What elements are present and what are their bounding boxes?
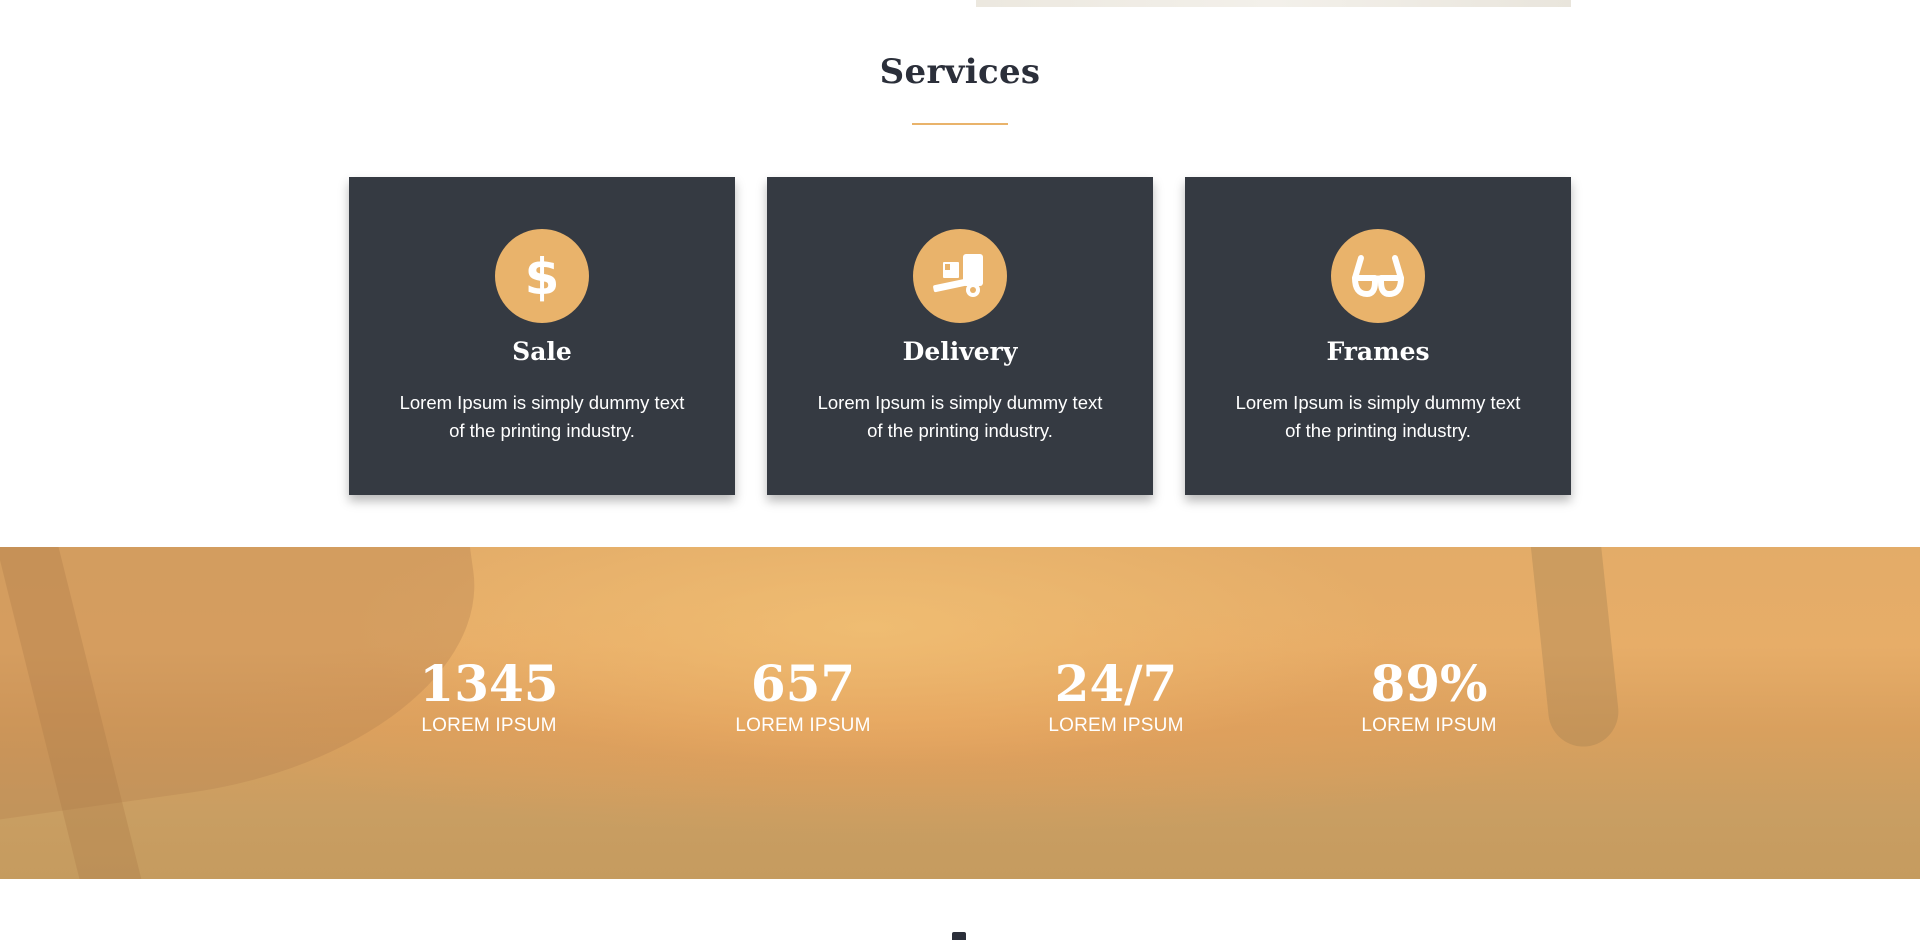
stat-number: 89% [1370,654,1488,713]
stat-item: 1345 LOREM IPSUM [369,655,609,737]
dollar-icon: $ [495,229,589,323]
title-underline [912,123,1008,125]
service-card-sale: $ Sale Lorem Ipsum is simply dummy text … [349,177,735,495]
stat-item: 89% LOREM IPSUM [1309,655,1549,737]
stat-label: LOREM IPSUM [1048,715,1184,736]
service-title: Sale [512,337,572,366]
background-decoration [0,547,146,879]
stat-item: 24/7 LOREM IPSUM [996,655,1236,737]
stat-number: 1345 [419,654,559,713]
next-section-title-fragment [952,932,966,940]
service-description: Lorem Ipsum is simply dummy text of the … [817,392,1103,441]
service-description: Lorem Ipsum is simply dummy text of the … [1235,392,1521,441]
stat-label: LOREM IPSUM [1361,715,1497,736]
stat-item: 657 LOREM IPSUM [683,655,923,737]
stat-label: LOREM IPSUM [421,715,557,736]
glasses-icon [1331,229,1425,323]
service-description: Lorem Ipsum is simply dummy text of the … [399,392,685,441]
service-card-frames: Frames Lorem Ipsum is simply dummy text … [1185,177,1571,495]
top-image-edge [976,0,1571,7]
service-card-delivery: Delivery Lorem Ipsum is simply dummy tex… [767,177,1153,495]
page: Services $ Sale Lorem Ipsum is simply du… [0,0,1920,940]
stats-band: 1345 LOREM IPSUM 657 LOREM IPSUM 24/7 LO… [0,547,1920,879]
svg-text:$: $ [525,250,560,302]
service-title: Delivery [902,337,1018,366]
delivery-truck-icon [913,229,1007,323]
services-title: Services [879,52,1041,92]
stat-label: LOREM IPSUM [735,715,871,736]
service-title: Frames [1326,337,1430,366]
stat-number: 657 [750,654,856,713]
stat-number: 24/7 [1054,654,1178,713]
